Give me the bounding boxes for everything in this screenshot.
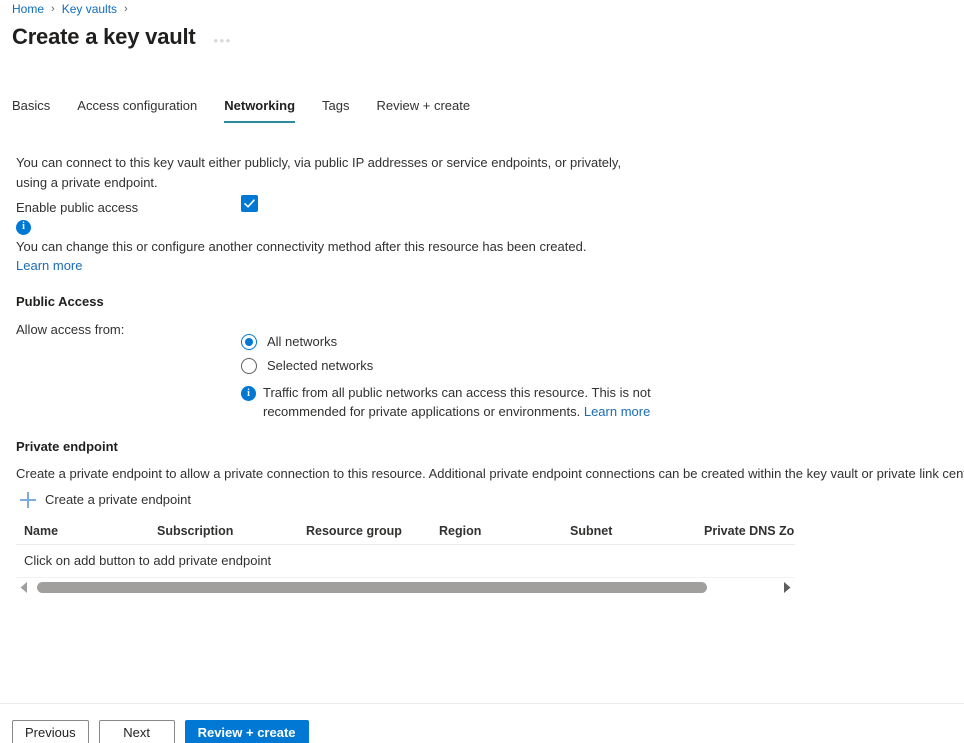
public-access-callout: i Traffic from all public networks can a… (241, 383, 691, 421)
breadcrumb: Home › Key vaults › (12, 1, 135, 17)
page-title: Create a key vault (12, 22, 196, 52)
radio-all-networks-label: All networks (267, 333, 337, 351)
previous-button[interactable]: Previous (12, 720, 89, 743)
column-header-subnet[interactable]: Subnet (570, 522, 612, 540)
column-header-name[interactable]: Name (24, 522, 58, 540)
tab-networking[interactable]: Networking (224, 97, 295, 123)
tab-review-create[interactable]: Review + create (377, 97, 471, 123)
breadcrumb-item-key-vaults[interactable]: Key vaults (62, 1, 117, 17)
column-header-region[interactable]: Region (439, 522, 481, 540)
table-body: Click on add button to add private endpo… (16, 545, 795, 578)
table-horizontal-scrollbar[interactable] (16, 579, 795, 596)
tab-tags[interactable]: Tags (322, 97, 349, 123)
private-endpoints-table: Name Subscription Resource group Region … (16, 518, 795, 596)
table-empty-message: Click on add button to add private endpo… (24, 552, 271, 570)
create-key-vault-page: Home › Key vaults › Create a key vault •… (0, 0, 964, 743)
note-message: You can change this or configure another… (16, 239, 586, 254)
table-header-row: Name Subscription Resource group Region … (16, 518, 795, 545)
radio-all-networks-indicator[interactable] (241, 334, 257, 350)
page-title-row: Create a key vault ••• (12, 22, 232, 52)
private-endpoint-description-text: Create a private endpoint to allow a pri… (16, 466, 964, 481)
scroll-right-arrow-icon[interactable] (778, 579, 795, 596)
wizard-footer: Previous Next Review + create (12, 720, 319, 743)
enable-public-access-checkbox[interactable] (241, 195, 258, 212)
review-create-button[interactable]: Review + create (185, 720, 309, 743)
tab-basics[interactable]: Basics (12, 97, 50, 123)
breadcrumb-item-home[interactable]: Home (12, 1, 44, 17)
info-icon: i (241, 386, 256, 401)
next-button[interactable]: Next (99, 720, 175, 743)
column-header-subscription[interactable]: Subscription (157, 522, 233, 540)
networking-intro-text: You can connect to this key vault either… (16, 153, 644, 193)
scrollbar-thumb[interactable] (37, 582, 707, 593)
plus-icon (20, 492, 36, 508)
scroll-left-arrow-icon[interactable] (16, 579, 33, 596)
enable-public-access-label: Enable public access (16, 199, 138, 217)
breadcrumb-separator-icon: › (51, 1, 55, 17)
info-icon: i (16, 220, 31, 235)
public-access-heading: Public Access (16, 293, 104, 311)
radio-option-selected-networks[interactable]: Selected networks (241, 354, 373, 378)
wizard-tabs: Basics Access configuration Networking T… (12, 97, 497, 123)
private-endpoint-description: Create a private endpoint to allow a pri… (16, 465, 960, 483)
column-header-resource-group[interactable]: Resource group (306, 522, 402, 540)
radio-selected-networks-label: Selected networks (267, 357, 373, 375)
breadcrumb-separator-icon: › (124, 1, 128, 17)
radio-option-all-networks[interactable]: All networks (241, 330, 373, 354)
public-access-note: i You can change this or configure anoth… (16, 216, 656, 275)
allow-access-from-label: Allow access from: (16, 321, 124, 339)
create-private-endpoint-button[interactable]: Create a private endpoint (20, 491, 191, 509)
radio-selected-networks-indicator[interactable] (241, 358, 257, 374)
note-text: You can change this or configure another… (16, 237, 656, 275)
allow-access-from-radio-group: All networks Selected networks (241, 330, 373, 378)
note-icon-row: i (16, 216, 656, 235)
callout-text: Traffic from all public networks can acc… (263, 383, 691, 421)
private-endpoint-heading: Private endpoint (16, 438, 118, 456)
create-private-endpoint-label: Create a private endpoint (45, 491, 191, 509)
tab-access-configuration[interactable]: Access configuration (77, 97, 197, 123)
column-header-private-dns-zone[interactable]: Private DNS Zone (704, 522, 795, 540)
note-learn-more-link[interactable]: Learn more (16, 258, 82, 273)
callout-learn-more-link[interactable]: Learn more (584, 404, 650, 419)
scrollbar-track[interactable] (33, 579, 778, 596)
footer-divider (0, 703, 964, 704)
more-options-icon[interactable]: ••• (214, 34, 232, 48)
